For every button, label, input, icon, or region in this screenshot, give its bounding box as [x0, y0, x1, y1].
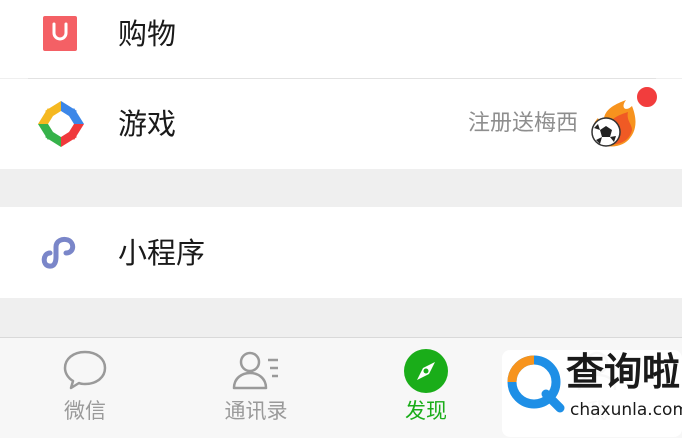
tab-discover-label: 发现	[405, 399, 447, 423]
shopping-bag-icon	[43, 16, 77, 55]
discover-item-shopping[interactable]: 购物	[0, 0, 682, 78]
notification-badge	[636, 86, 658, 108]
section-gap	[0, 169, 682, 207]
mini-program-icon	[40, 235, 80, 275]
discover-item-games[interactable]: 游戏	[0, 79, 682, 169]
tab-contacts-label: 通讯录	[224, 399, 288, 423]
tab-contacts[interactable]: 通讯录	[196, 338, 316, 438]
games-label: 游戏	[118, 107, 177, 141]
shopping-label: 购物	[118, 17, 177, 51]
games-icon	[38, 101, 84, 151]
mini-programs-label: 小程序	[118, 236, 206, 270]
flaming-soccer-ball-icon	[586, 98, 642, 154]
compass-icon	[403, 348, 449, 398]
watermark-logo-icon	[506, 354, 566, 418]
tab-discover[interactable]: 发现	[366, 338, 486, 438]
watermark-url: chaxunla.com	[570, 400, 682, 420]
tab-wechat[interactable]: 微信	[25, 338, 145, 438]
watermark-title: 查询啦	[566, 350, 681, 394]
contacts-icon	[230, 348, 282, 396]
discover-item-mini-programs[interactable]: 小程序	[0, 207, 682, 298]
chat-bubble-icon	[61, 348, 109, 396]
games-promo-text: 注册送梅西	[467, 111, 578, 136]
tab-wechat-label: 微信	[64, 399, 106, 423]
watermark: 查询啦 chaxunla.com	[498, 350, 682, 437]
